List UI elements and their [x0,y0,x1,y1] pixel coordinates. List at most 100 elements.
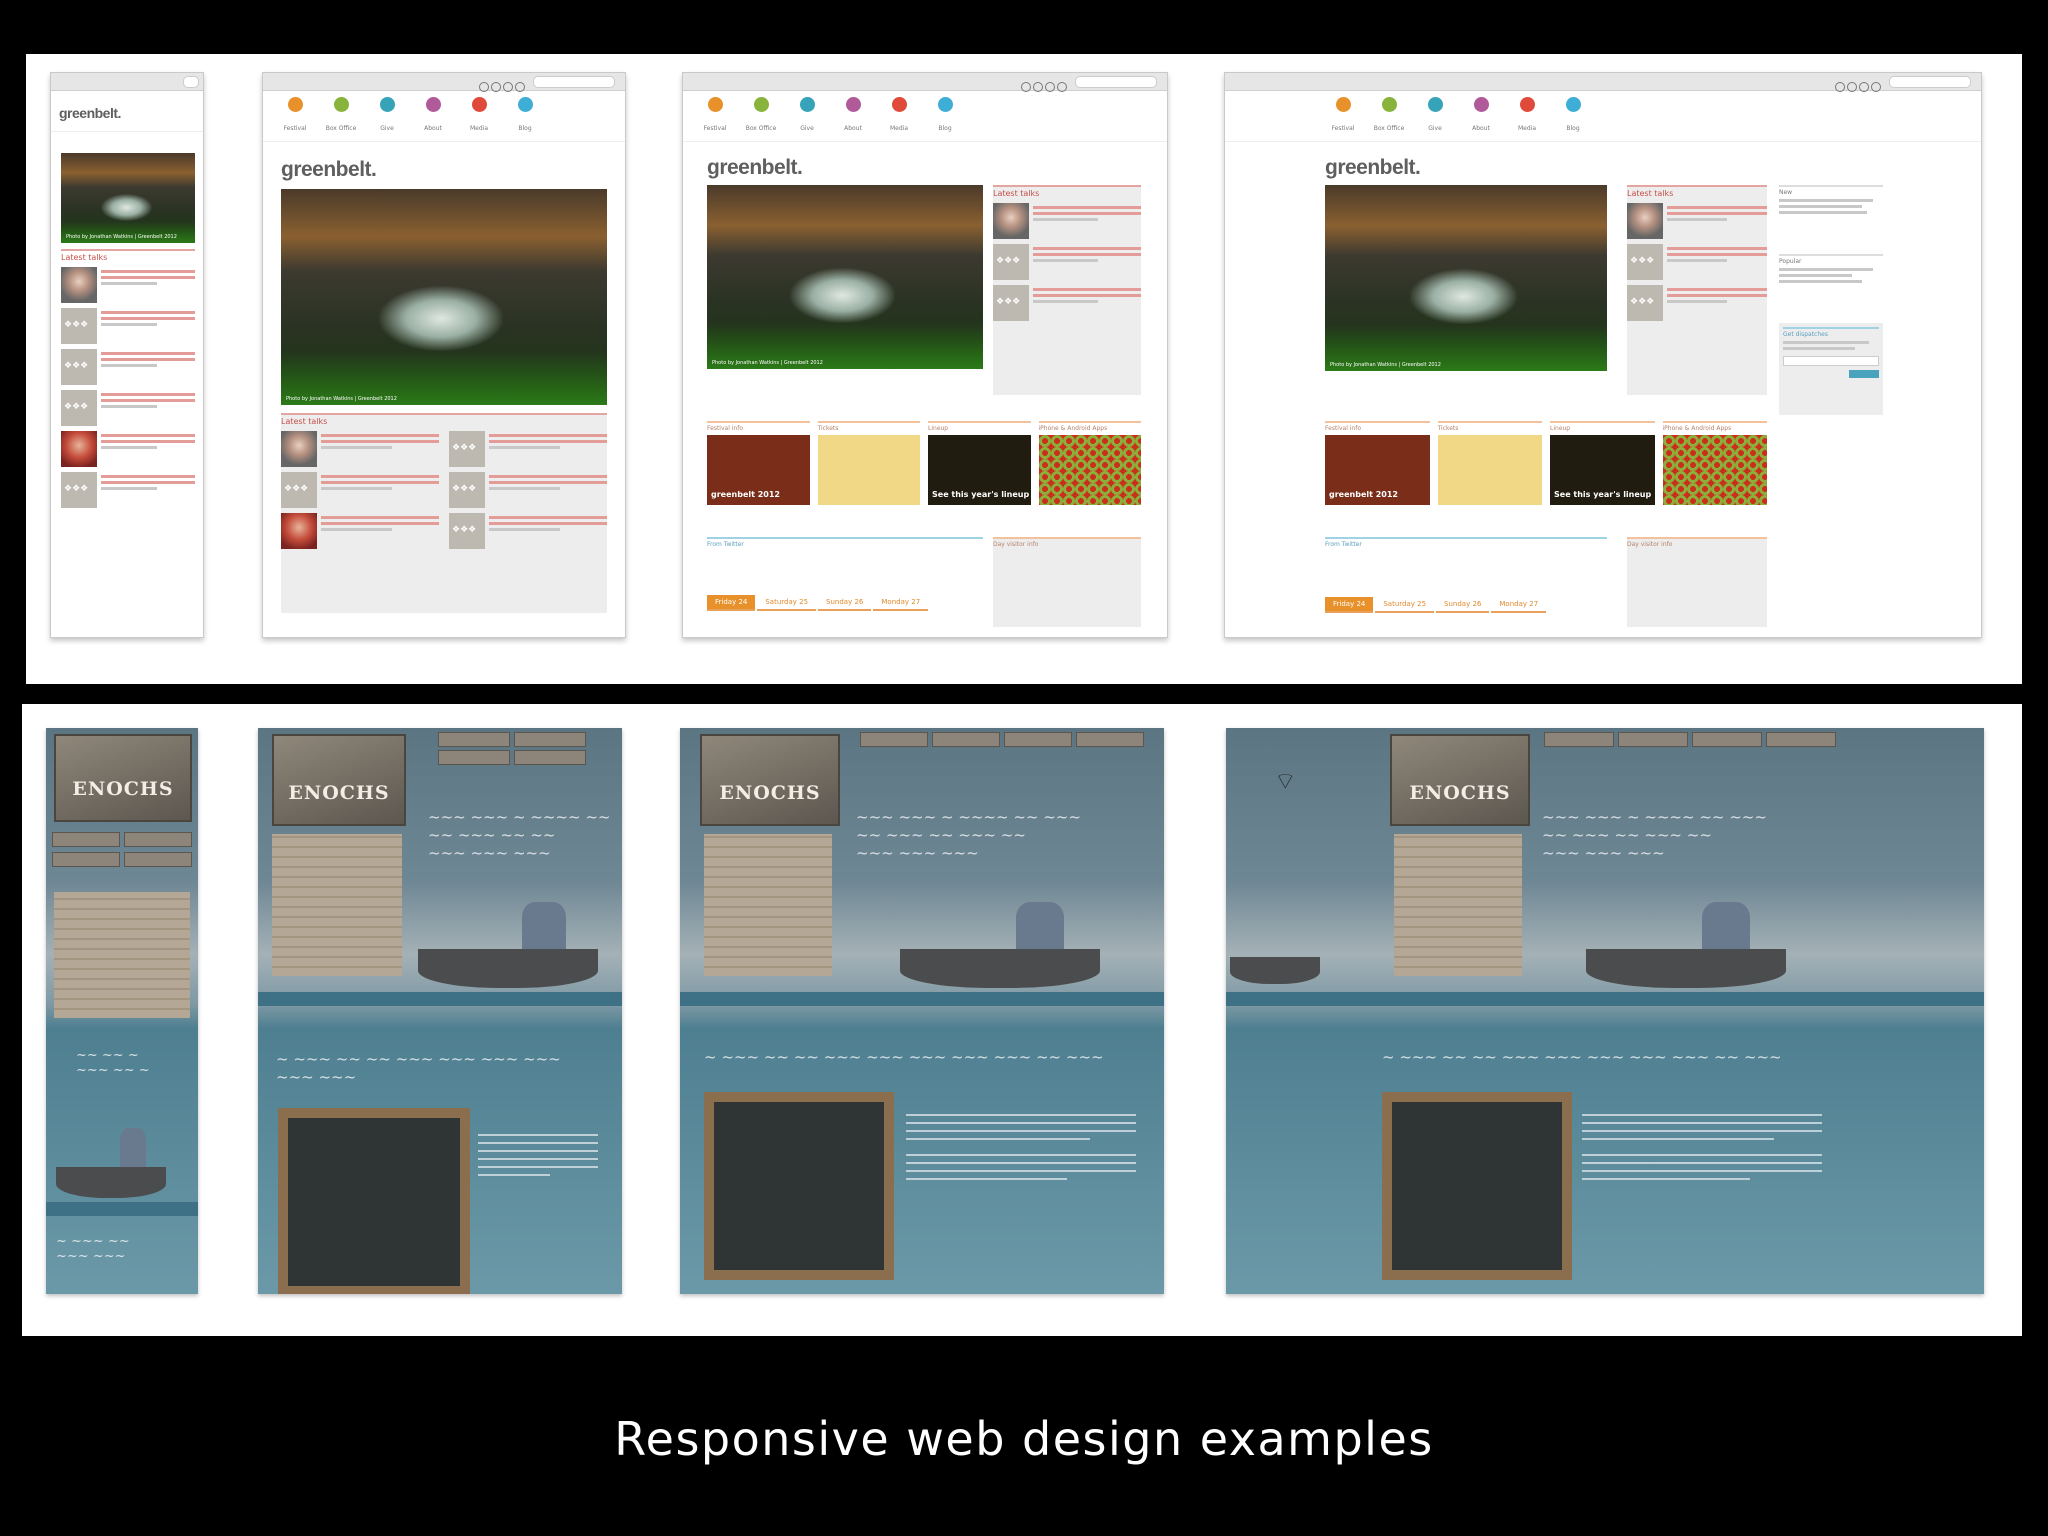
nav-media[interactable]: Media [881,97,917,141]
tile-lineup[interactable]: Lineup See this year's lineup [928,421,1031,505]
blog-icon [517,97,533,112]
give-icon [379,97,395,112]
talk-placeholder-icon [993,244,1029,280]
talk-placeholder-icon [993,285,1029,321]
talk-placeholder-icon [61,349,97,385]
nav-festival[interactable]: Festival [1325,97,1361,141]
feature-tiles: Festival info greenbelt 2012 Tickets Line… [1325,421,1767,505]
nav-media[interactable]: Media [1509,97,1545,141]
media-icon [891,97,907,112]
greenbelt-examples-panel: greenbelt. Photo by Jonathan Watkins | G… [26,54,2022,684]
tab-monday[interactable]: Monday 27 [873,595,929,611]
enochs-desktop-screenshot: ENOCHS ⌔ ~~~ ~~~ ~ ~~~~ ~~ ~~~ ~~ ~~~ ~~ … [1226,728,1984,1294]
speaker-photo [61,267,97,303]
sea-wave [1226,992,1984,1006]
tile-tickets[interactable]: Tickets [817,421,920,505]
speaker-photo [61,431,97,467]
tile-festival-info[interactable]: Festival info greenbelt 2012 [1325,421,1430,505]
nav-give[interactable]: Give [1417,97,1453,141]
nav-box-office[interactable]: Box Office [1371,97,1407,141]
about-icon [845,97,861,112]
parchment-menu [272,834,402,976]
talk-placeholder-icon [1627,244,1663,280]
talk-row [61,390,195,426]
tab-saturday[interactable]: Saturday 25 [757,595,817,611]
nav-plank[interactable] [124,832,192,847]
nav-plank[interactable] [1692,732,1762,747]
talk-placeholder-icon [281,472,317,508]
nav-plank[interactable] [1004,732,1072,747]
nav-about[interactable]: About [835,97,871,141]
nav-plank[interactable] [514,750,586,765]
body-text [1582,1108,1822,1186]
search-box [1889,76,1971,88]
search-box [533,76,615,88]
nav-plank[interactable] [932,732,1000,747]
nav-plank[interactable] [438,750,510,765]
browser-bar [1225,73,1981,92]
right-sidebar: New Popular Get dispatches [1779,185,1883,415]
tab-sunday[interactable]: Sunday 26 [1436,597,1490,613]
about-icon [1473,97,1489,112]
nav-plank[interactable] [860,732,928,747]
nav-plank[interactable] [1544,732,1614,747]
nav-give[interactable]: Give [369,97,405,141]
nav-plank[interactable] [1618,732,1688,747]
tile-tickets[interactable]: Tickets [1437,421,1542,505]
latest-talks: Latest talks [1627,185,1767,395]
search-box [183,76,199,88]
signup-button[interactable] [1849,370,1879,378]
blog-icon [937,97,953,112]
nav-media[interactable]: Media [461,97,497,141]
social-icons [477,77,525,96]
talk-placeholder-icon [449,472,485,508]
handwritten-tagline: ~ ~~~ ~~ ~~ ~~~ ~~~ ~~~ ~~~ ~~~ ~~ ~~~ [704,1048,1104,1066]
tab-saturday[interactable]: Saturday 25 [1375,597,1435,613]
nav-plank[interactable] [52,832,120,847]
nav-plank[interactable] [514,732,586,747]
latest-talks: Latest talks [993,185,1141,395]
handwritten-text: ~~~ ~~~ ~ ~~~~ ~~ ~~ ~~~ ~~ ~~ ~~~ ~~~ ~~~ [428,808,611,862]
speaker-photo [281,513,317,549]
handwritten-text: ~~~ ~~~ ~ ~~~~ ~~ ~~~ ~~ ~~~ ~~ ~~~ ~~ ~~~… [1542,808,1767,862]
email-field[interactable] [1783,356,1879,366]
fisherman-boat-image [418,902,598,988]
greenbelt-desktop-screenshot: Festival Box Office Give About Media Blo… [1224,72,1982,638]
nav-about[interactable]: About [1463,97,1499,141]
nav-blog[interactable]: Blog [507,97,543,141]
greenbelt-logo: greenbelt. [281,158,377,181]
nav-box-office[interactable]: Box Office [743,97,779,141]
greenbelt-logo: greenbelt. [51,91,203,132]
give-icon [799,97,815,112]
latest-talks-heading: Latest talks [61,249,195,262]
chalkboard-menu [278,1108,470,1294]
tile-apps[interactable]: iPhone & Android Apps [1038,421,1141,505]
greenbelt-logo: greenbelt. [1325,156,1421,179]
latest-talks: Latest talks [61,249,195,508]
nav-plank[interactable] [124,852,192,867]
nav-blog[interactable]: Blog [1555,97,1591,141]
tile-festival-info[interactable]: Festival info greenbelt 2012 [707,421,810,505]
tab-sunday[interactable]: Sunday 26 [818,595,872,611]
tab-friday[interactable]: Friday 24 [707,595,756,611]
enochs-tablet-screenshot: ENOCHS ~~~ ~~~ ~ ~~~~ ~~ ~~ ~~~ ~~ ~~ ~~~ … [258,728,622,1294]
nav-festival[interactable]: Festival [697,97,733,141]
nav-give[interactable]: Give [789,97,825,141]
enochs-mobile-screenshot: ENOCHS ~~ ~~ ~ ~~~ ~~ ~ ~ ~~~ ~~ ~~~ ~~~ [46,728,198,1294]
tab-monday[interactable]: Monday 27 [1491,597,1547,613]
nav-blog[interactable]: Blog [927,97,963,141]
nav-plank[interactable] [438,732,510,747]
talk-row [61,472,195,508]
nav-box-office[interactable]: Box Office [323,97,359,141]
seagull-icon: ⌔ [1274,767,1297,795]
nav-plank[interactable] [1076,732,1144,747]
tab-friday[interactable]: Friday 24 [1325,597,1374,613]
nav-plank[interactable] [1766,732,1836,747]
tile-apps[interactable]: iPhone & Android Apps [1662,421,1767,505]
nav-about[interactable]: About [415,97,451,141]
tile-lineup[interactable]: Lineup See this year's lineup [1550,421,1655,505]
give-icon [1427,97,1443,112]
nav-festival[interactable]: Festival [277,97,313,141]
hero-photo: Photo by Jonathan Watkins | Greenbelt 20… [1325,185,1607,371]
nav-plank[interactable] [52,852,120,867]
